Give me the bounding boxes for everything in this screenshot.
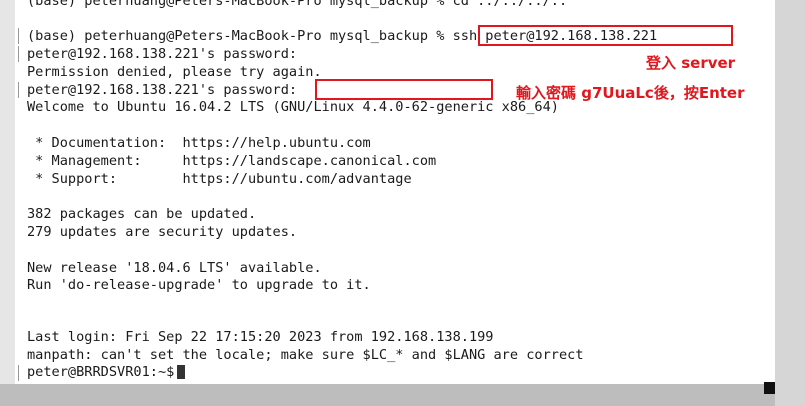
terminal-line: * Management: https://landscape.canonica… — [27, 153, 437, 169]
terminal-line: peter@192.168.138.221's password: — [27, 46, 298, 62]
window-bottom-border — [0, 384, 775, 406]
window-right-border — [775, 0, 805, 406]
text-cursor — [177, 365, 186, 379]
terminal-line: Permission denied, please try again. — [27, 64, 322, 80]
prompt-marker — [18, 28, 25, 44]
terminal-line: New release '18.04.6 LTS' available. — [27, 260, 322, 276]
terminal-line: Last login: Fri Sep 22 17:15:20 2023 fro… — [27, 329, 494, 345]
terminal-line: peter@192.168.138.221's password: — [27, 82, 298, 98]
prompt-marker — [18, 82, 25, 98]
terminal-partial-line: (base) peterhuang@Peters-MacBook-Pro mys… — [27, 0, 568, 9]
terminal-line: manpath: can't set the locale; make sure… — [27, 347, 584, 363]
password-input-highlight — [315, 79, 493, 100]
terminal-line: * Documentation: https://help.ubuntu.com — [27, 135, 371, 151]
prompt-marker — [18, 365, 25, 381]
prompt-marker — [18, 46, 25, 62]
terminal-line: Run 'do-release-upgrade' to upgrade to i… — [27, 277, 371, 293]
terminal-line: Welcome to Ubuntu 16.04.2 LTS (GNU/Linux… — [27, 99, 559, 115]
ssh-command-highlight — [478, 25, 733, 46]
terminal-line: 279 updates are security updates. — [27, 224, 298, 240]
password-annotation: 輸入密碼 g7UuaLc後，按Enter — [516, 84, 745, 102]
terminal-line: 382 packages can be updated. — [27, 206, 257, 222]
window-left-border — [0, 0, 15, 384]
shell-prompt: peter@BRRDSVR01:~$ — [27, 364, 175, 380]
corner-marker — [764, 382, 775, 394]
terminal-prompt-line[interactable]: peter@BRRDSVR01:~$ — [27, 363, 186, 381]
login-annotation: 登入 server — [646, 54, 736, 72]
terminal-line: * Support: https://ubuntu.com/advantage — [27, 171, 412, 187]
